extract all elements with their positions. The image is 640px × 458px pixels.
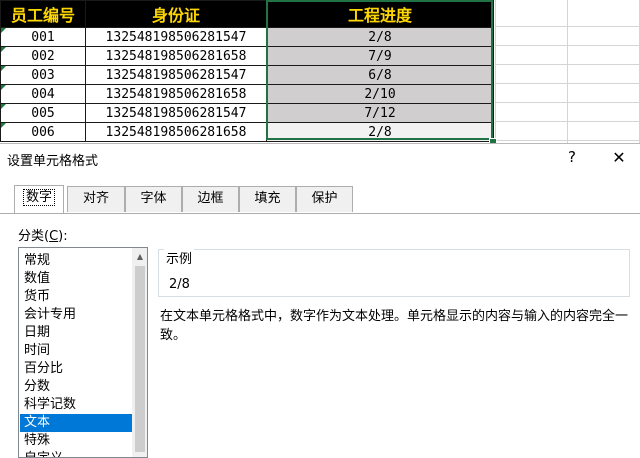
tab-protection[interactable]: 保护 [296,186,353,212]
cell-employee-id[interactable]: 003 [0,65,86,85]
description-line: 在文本单元格格式中，数字作为文本处理。单元格显示的内容与输入的内容完全一 [160,309,629,324]
list-item[interactable]: 分数 [20,378,136,396]
text-number-indicator-icon [1,123,6,128]
cell-progress[interactable]: 7/12 [266,103,494,123]
grid-line [495,83,640,84]
cell-progress[interactable]: 2/8 [266,27,494,47]
grid-line [495,140,640,141]
cell-progress[interactable]: 2/10 [266,84,494,104]
list-item[interactable]: 日期 [20,324,136,342]
cell-employee-id[interactable]: 002 [0,46,86,66]
header-employee-id[interactable]: 员工编号 [0,0,86,28]
header-row: 员工编号 身份证 工程进度 [0,0,494,28]
sample-groupbox [158,249,630,297]
tab-border[interactable]: 边框 [182,186,239,212]
list-item[interactable]: 时间 [20,342,136,360]
table-row: 002 132548198506281658 7/9 [0,46,494,66]
list-item[interactable]: 特殊 [20,432,136,450]
grid-line [495,64,640,65]
cell-employee-id[interactable]: 006 [0,122,86,142]
table-row: 001 13254819850628154​7 2/8 [0,27,494,47]
category-listbox[interactable]: 常规 数值 货币 会计专用 日期 时间 百分比 分数 科学记数 文本 特殊 自定… [18,247,148,458]
tab-number[interactable]: 数字 [14,185,64,213]
cell-progress[interactable]: 6/8 [266,65,494,85]
table-row: 006 132548198506281658 2/8 [0,122,494,142]
tab-label: 数字 [22,189,55,206]
data-table: 员工编号 身份证 工程进度 001 13254819850628154​7 2/… [0,0,494,142]
cell-employee-id[interactable]: 005 [0,103,86,123]
list-item[interactable]: 常规 [20,252,136,270]
category-label: 分类(C): [18,229,68,244]
format-description: 在文本单元格格式中，数字作为文本处理。单元格显示的内容与输入的内容完全一 致。 [160,307,635,345]
cell-progress[interactable]: 2/8 [266,122,494,142]
list-item[interactable]: 货币 [20,288,136,306]
text-number-indicator-icon [1,28,6,33]
grid-line [495,26,640,27]
cell-id-card[interactable]: 132548198506281658 [85,46,267,66]
cell-employee-id[interactable]: 001 [0,27,86,47]
tab-fill[interactable]: 填充 [239,186,296,212]
header-id-card[interactable]: 身份证 [85,0,267,28]
grid-line [495,121,640,122]
sample-label: 示例 [164,248,195,267]
scroll-thumb[interactable] [135,266,145,452]
cell-id-card[interactable]: 132548198506281658 [85,122,267,142]
table-row: 005 132548198506281547 7/12 [0,103,494,123]
spreadsheet-area: 员工编号 身份证 工程进度 001 13254819850628154​7 2/… [0,0,640,146]
tab-font[interactable]: 字体 [125,186,182,212]
cell-progress[interactable]: 7/9 [266,46,494,66]
dialog-title: 设置单元格格式 [7,154,99,169]
list-item[interactable]: 会计专用 [20,306,136,324]
text-number-indicator-icon [1,104,6,109]
text-number-indicator-icon [1,47,6,52]
scroll-up-icon[interactable]: ▲ [132,249,147,265]
help-icon[interactable]: ? [565,148,579,166]
list-item-selected[interactable]: 文本 [20,414,136,432]
description-line: 致。 [160,328,187,343]
close-icon[interactable]: ✕ [611,148,627,167]
grid-line [495,45,640,46]
text-number-indicator-icon [1,85,6,90]
list-item[interactable]: 数值 [20,270,136,288]
sample-value: 2/8 [169,277,190,292]
cell-employee-id[interactable]: 004 [0,84,86,104]
list-item[interactable]: 百分比 [20,360,136,378]
cell-id-card[interactable]: 132548198506281547 [85,103,267,123]
cell-id-card[interactable]: 132548198506281658 [85,84,267,104]
table-row: 003 132548198506281547 6/8 [0,65,494,85]
list-item[interactable]: 科学记数 [20,396,136,414]
header-progress[interactable]: 工程进度 [266,0,494,28]
format-cells-dialog: 设置单元格格式 ? ✕ 数字 对齐 字体 边框 填充 保护 分类(C): 常规 … [0,143,640,458]
tab-divider [0,213,640,214]
table-row: 004 132548198506281658 2/10 [0,84,494,104]
grid-line [495,102,640,103]
category-scrollbar[interactable]: ▲ [132,248,147,457]
dialog-titlebar[interactable]: 设置单元格格式 ? ✕ [0,144,640,174]
text-number-indicator-icon [1,66,6,71]
tab-alignment[interactable]: 对齐 [67,186,125,212]
cell-id-card[interactable]: 132548198506281547 [85,65,267,85]
cell-id-card[interactable]: 13254819850628154​7 [85,27,267,47]
